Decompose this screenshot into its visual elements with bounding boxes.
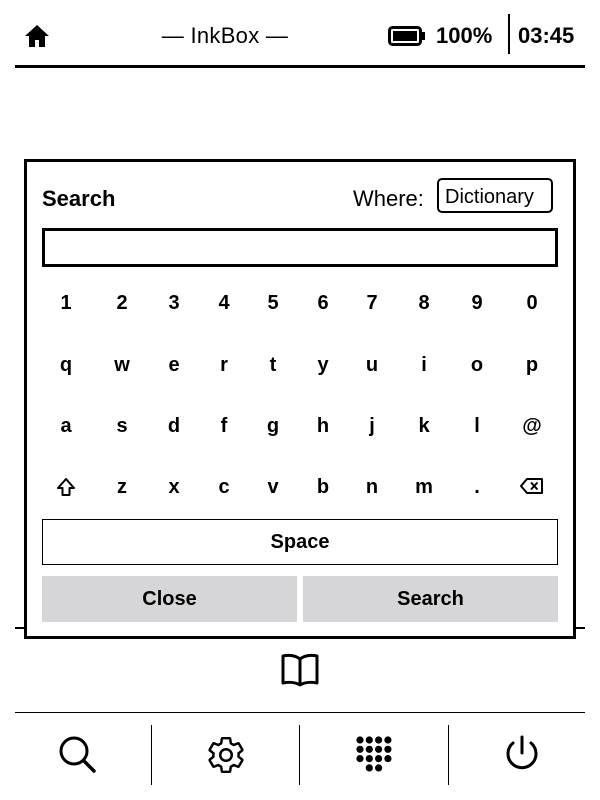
key-g[interactable]: g bbox=[250, 406, 296, 446]
key-1[interactable]: 1 bbox=[43, 283, 89, 323]
shift-icon bbox=[57, 478, 75, 496]
clock: 03:45 bbox=[518, 23, 575, 48]
apps-nav-button[interactable] bbox=[354, 734, 394, 774]
settings-nav-button[interactable] bbox=[205, 734, 245, 774]
key-e[interactable]: e bbox=[151, 345, 197, 385]
nav-divider bbox=[299, 725, 300, 785]
key-f[interactable]: f bbox=[201, 406, 247, 446]
key-8[interactable]: 8 bbox=[401, 283, 447, 323]
key-i[interactable]: i bbox=[401, 345, 447, 385]
key-n[interactable]: n bbox=[349, 467, 395, 507]
key-x[interactable]: x bbox=[151, 467, 197, 507]
nav-divider bbox=[448, 725, 449, 785]
key-c[interactable]: c bbox=[201, 467, 247, 507]
key-v[interactable]: v bbox=[250, 467, 296, 507]
key-a[interactable]: a bbox=[43, 406, 89, 446]
shift-key[interactable] bbox=[43, 467, 89, 507]
background-divider-left bbox=[15, 627, 24, 629]
key-p[interactable]: p bbox=[509, 345, 555, 385]
key-l[interactable]: l bbox=[454, 406, 500, 446]
battery-percentage: 100% bbox=[436, 23, 493, 48]
key-0[interactable]: 0 bbox=[509, 283, 555, 323]
app-title: — InkBox — bbox=[161, 23, 289, 48]
key-4[interactable]: 4 bbox=[201, 283, 247, 323]
key-at[interactable]: @ bbox=[509, 406, 555, 446]
apps-grid-icon bbox=[356, 736, 392, 772]
key-2[interactable]: 2 bbox=[99, 283, 145, 323]
key-3[interactable]: 3 bbox=[151, 283, 197, 323]
key-m[interactable]: m bbox=[401, 467, 447, 507]
key-q[interactable]: q bbox=[43, 345, 89, 385]
header-divider bbox=[15, 65, 585, 68]
key-5[interactable]: 5 bbox=[250, 283, 296, 323]
search-icon bbox=[59, 736, 96, 773]
home-icon bbox=[25, 25, 49, 47]
status-divider bbox=[508, 14, 510, 54]
search-nav-button[interactable] bbox=[57, 734, 97, 774]
key-k[interactable]: k bbox=[401, 406, 447, 446]
key-o[interactable]: o bbox=[454, 345, 500, 385]
key-6[interactable]: 6 bbox=[300, 283, 346, 323]
where-label: Where: bbox=[353, 186, 424, 211]
power-nav-button[interactable] bbox=[502, 734, 542, 774]
key-7[interactable]: 7 bbox=[349, 283, 395, 323]
battery-icon bbox=[388, 25, 426, 47]
book-icon[interactable] bbox=[280, 652, 320, 688]
key-t[interactable]: t bbox=[250, 345, 296, 385]
key-y[interactable]: y bbox=[300, 345, 346, 385]
close-button[interactable]: Close bbox=[42, 576, 297, 622]
key-d[interactable]: d bbox=[151, 406, 197, 446]
backspace-key[interactable] bbox=[509, 467, 555, 507]
space-key[interactable]: Space bbox=[42, 519, 558, 565]
footer-divider bbox=[15, 712, 585, 713]
search-input[interactable] bbox=[42, 228, 558, 267]
home-button[interactable] bbox=[22, 22, 52, 50]
background-divider-right bbox=[576, 627, 585, 629]
search-dialog: Search Where: Dictionary 1234567890 qwert… bbox=[24, 159, 576, 639]
where-dropdown[interactable]: Dictionary bbox=[437, 178, 553, 213]
key-period[interactable]: . bbox=[454, 467, 500, 507]
dialog-title: Search bbox=[42, 186, 116, 211]
search-button[interactable]: Search bbox=[303, 576, 558, 622]
key-h[interactable]: h bbox=[300, 406, 346, 446]
nav-divider bbox=[151, 725, 152, 785]
key-j[interactable]: j bbox=[349, 406, 395, 446]
key-r[interactable]: r bbox=[201, 345, 247, 385]
key-9[interactable]: 9 bbox=[454, 283, 500, 323]
key-z[interactable]: z bbox=[99, 467, 145, 507]
power-icon bbox=[506, 735, 538, 770]
key-b[interactable]: b bbox=[300, 467, 346, 507]
key-w[interactable]: w bbox=[99, 345, 145, 385]
backspace-icon bbox=[520, 478, 543, 494]
key-u[interactable]: u bbox=[349, 345, 395, 385]
key-s[interactable]: s bbox=[99, 406, 145, 446]
gear-icon bbox=[208, 736, 244, 774]
